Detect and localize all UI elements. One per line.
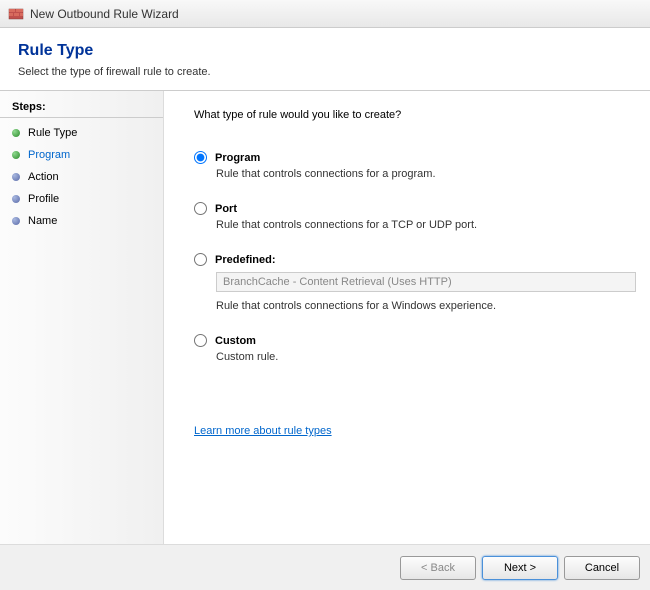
option-port: Port Rule that controls connections for … [194,202,636,231]
option-custom: Custom Custom rule. [194,334,636,363]
titlebar: New Outbound Rule Wizard [0,0,650,28]
option-custom-desc: Custom rule. [216,351,636,363]
option-port-desc: Rule that controls connections for a TCP… [216,219,636,231]
option-custom-head[interactable]: Custom [194,334,636,347]
radio-program[interactable] [194,151,207,164]
bullet-icon [12,195,20,203]
option-program-title: Program [215,152,260,164]
question-text: What type of rule would you like to crea… [194,109,636,121]
rule-type-options: Program Rule that controls connections f… [194,151,636,363]
option-predefined-title: Predefined: [215,254,276,266]
option-custom-title: Custom [215,335,256,347]
window-title: New Outbound Rule Wizard [30,7,179,21]
bullet-icon [12,151,20,159]
step-label: Rule Type [28,127,77,139]
option-program-desc: Rule that controls connections for a pro… [216,168,636,180]
step-label: Profile [28,193,59,205]
firewall-icon [8,6,24,22]
next-button[interactable]: Next > [482,556,558,580]
step-program[interactable]: Program [0,144,163,166]
step-label: Action [28,171,59,183]
option-predefined-desc: Rule that controls connections for a Win… [216,300,636,312]
steps-header: Steps: [0,97,163,118]
predefined-select[interactable] [216,272,636,292]
bullet-icon [12,173,20,181]
bullet-icon [12,129,20,137]
option-program: Program Rule that controls connections f… [194,151,636,180]
option-port-title: Port [215,203,237,215]
page-title: Rule Type [18,42,632,60]
option-predefined-head[interactable]: Predefined: [194,253,636,266]
wizard-header: Rule Type Select the type of firewall ru… [0,28,650,91]
step-action[interactable]: Action [0,166,163,188]
option-port-head[interactable]: Port [194,202,636,215]
option-predefined: Predefined: Rule that controls connectio… [194,253,636,312]
option-program-head[interactable]: Program [194,151,636,164]
bullet-icon [12,217,20,225]
step-rule-type[interactable]: Rule Type [0,122,163,144]
learn-more-link[interactable]: Learn more about rule types [194,425,332,437]
step-name[interactable]: Name [0,210,163,232]
steps-sidebar: Steps: Rule Type Program Action Profile … [0,91,164,544]
step-label: Program [28,149,70,161]
back-button[interactable]: < Back [400,556,476,580]
radio-predefined[interactable] [194,253,207,266]
cancel-button[interactable]: Cancel [564,556,640,580]
page-subtitle: Select the type of firewall rule to crea… [18,66,632,78]
content-panel: What type of rule would you like to crea… [164,91,650,544]
step-profile[interactable]: Profile [0,188,163,210]
wizard-footer: < Back Next > Cancel [0,544,650,590]
radio-custom[interactable] [194,334,207,347]
step-label: Name [28,215,57,227]
radio-port[interactable] [194,202,207,215]
